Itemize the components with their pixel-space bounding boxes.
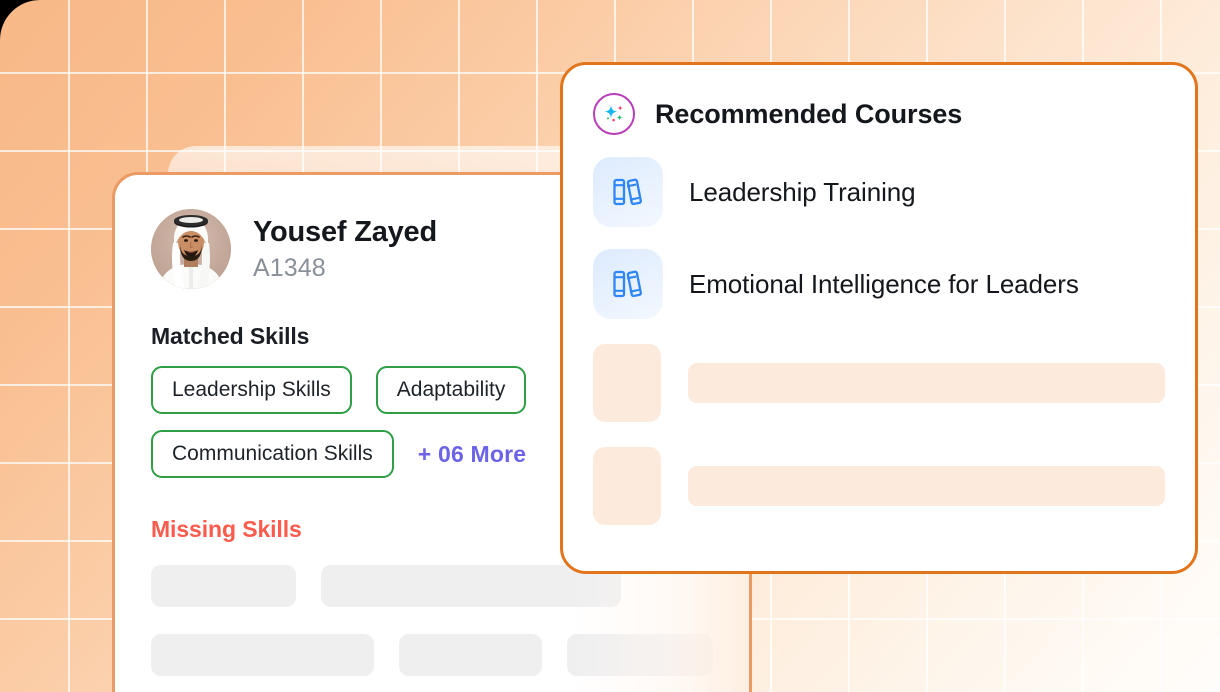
course-item[interactable]: Emotional Intelligence for Leaders (593, 249, 1165, 319)
skeleton-bar (151, 634, 374, 676)
recommended-courses-header: Recommended Courses (593, 93, 1165, 135)
person-name: Yousef Zayed (253, 216, 438, 249)
skeleton-bar (151, 565, 296, 607)
course-item[interactable]: Leadership Training (593, 157, 1165, 227)
skeleton-bar (688, 466, 1165, 506)
profile-identity: Yousef Zayed A1348 (253, 215, 437, 282)
skeleton-thumb (593, 344, 661, 422)
skeleton-bar (398, 634, 543, 676)
skeleton-bar (567, 634, 713, 676)
skeleton-thumb (593, 447, 661, 525)
missing-skills-placeholder-row-2 (151, 634, 713, 676)
more-skills-link[interactable]: + 06 More (418, 441, 527, 468)
course-label: Emotional Intelligence for Leaders (689, 268, 1079, 299)
recommended-courses-title: Recommended Courses (655, 98, 963, 129)
course-placeholder-row (593, 344, 1165, 422)
books-icon (593, 249, 663, 319)
skill-chip[interactable]: Leadership Skills (151, 366, 352, 414)
avatar (151, 209, 231, 289)
sparkle-icon (593, 93, 635, 135)
recommended-courses-card: Recommended Courses Leadership Training (560, 62, 1198, 574)
screenshot-canvas: Yousef Zayed A1348 Matched Skills Leader… (0, 0, 1220, 692)
skill-chip[interactable]: Adaptability (375, 366, 527, 414)
employee-id: A1348 (253, 253, 326, 282)
course-label: Leadership Training (689, 176, 916, 207)
course-placeholder-row (593, 447, 1165, 525)
books-icon (593, 157, 663, 227)
skeleton-bar (688, 363, 1165, 403)
skill-chip[interactable]: Communication Skills (151, 430, 394, 478)
